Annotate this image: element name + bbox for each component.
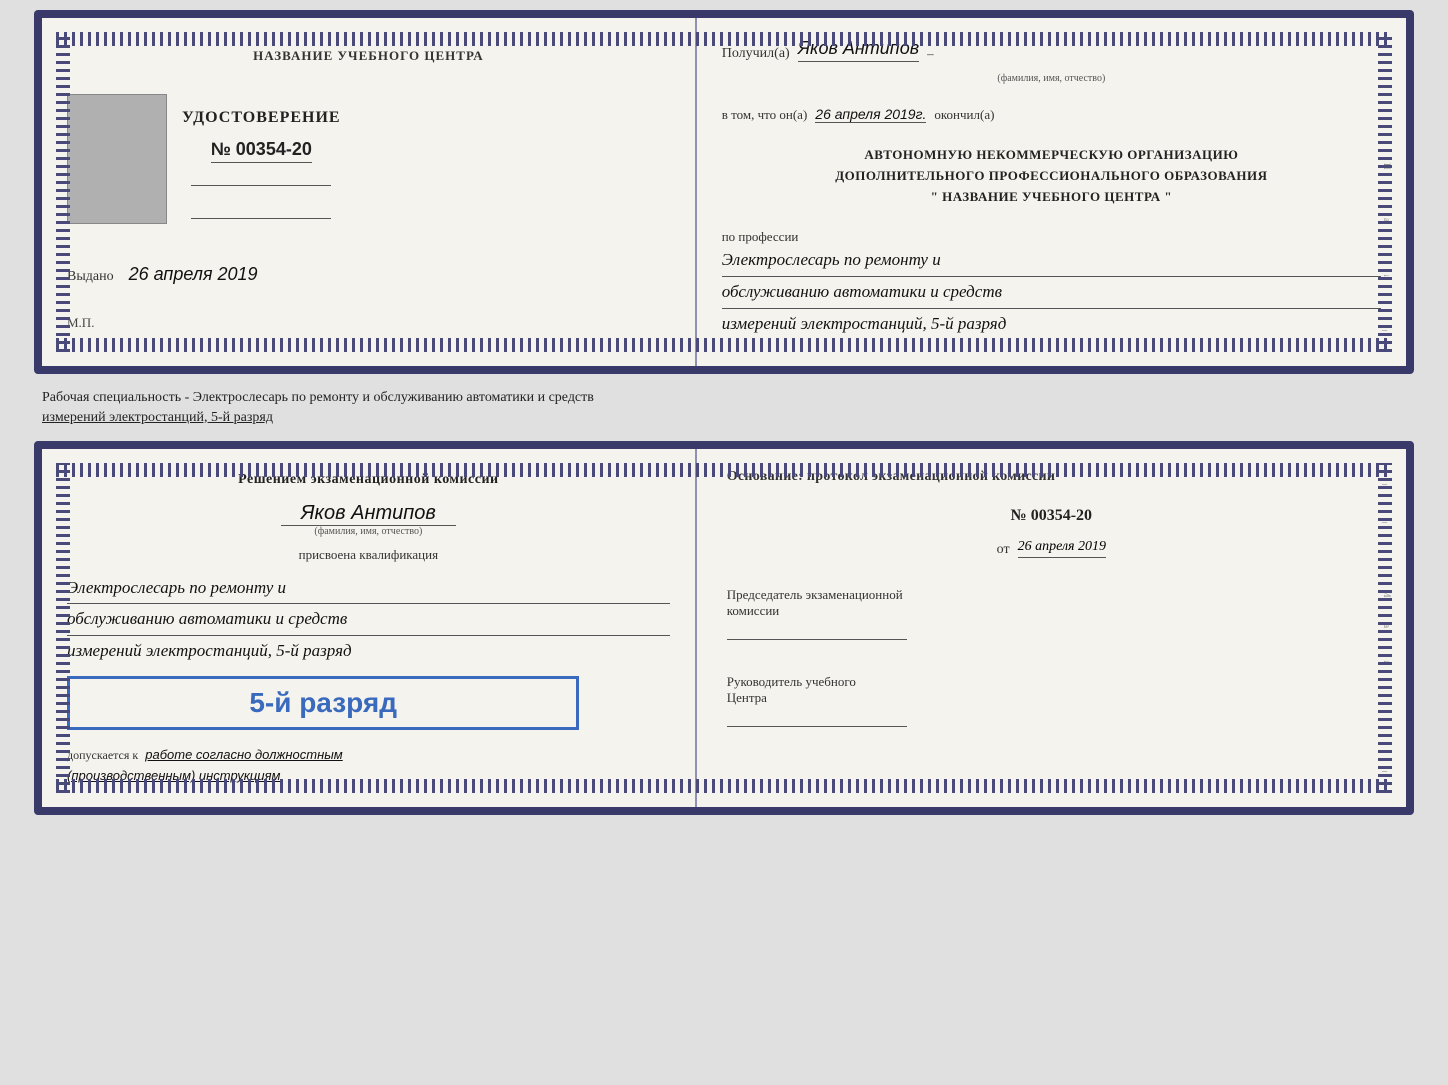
from-row: от 26 апреля 2019 (727, 539, 1376, 558)
specialty-text: Рабочая специальность - Электрослесарь п… (34, 384, 1414, 431)
allowed-label: допускается к (67, 748, 138, 762)
profession-line3: измерений электростанций, 5-й разряд (722, 309, 1381, 340)
director-label2: Центра (727, 690, 1376, 706)
chairman-block: Председатель экзаменационной комиссии (727, 587, 1376, 640)
profession-line1: Электрослесарь по ремонту и (722, 245, 1381, 277)
person-name: Яков Антипов (281, 502, 456, 526)
mp-label: М.П. (67, 315, 94, 336)
specialty-text-line2: измерений электростанций, 5-й разряд (42, 410, 273, 425)
specialty-text-line1: Рабочая специальность - Электрослесарь п… (42, 390, 594, 405)
allowed-text: работе согласно должностным (145, 747, 342, 762)
director-block: Руководитель учебного Центра (727, 674, 1376, 727)
profession-line2: обслуживанию автоматики и средств (722, 277, 1381, 309)
recipient-name: Яков Антипов (798, 38, 919, 62)
cert-number: № 00354-20 (211, 139, 312, 163)
top-doc-right: Получил(а) Яков Антипов – (фамилия, имя,… (697, 18, 1406, 366)
chairman-label2: комиссии (727, 603, 1376, 619)
bottom-doc-right: Основание: протокол экзаменационной коми… (697, 449, 1406, 807)
institution-label-top: НАЗВАНИЕ УЧЕБНОГО ЦЕНТРА (253, 48, 484, 64)
qualification-label: присвоена квалификация (67, 547, 670, 563)
org-line2: ДОПОЛНИТЕЛЬНОГО ПРОФЕССИОНАЛЬНОГО ОБРАЗО… (722, 166, 1381, 187)
cert-date: 26 апреля 2019г. (815, 106, 926, 123)
chairman-label: Председатель экзаменационной (727, 587, 1376, 603)
basis-label: Основание: протокол экзаменационной коми… (727, 469, 1376, 485)
top-doc-left: НАЗВАНИЕ УЧЕБНОГО ЦЕНТРА УДОСТОВЕРЕНИЕ №… (42, 18, 697, 366)
rank-badge-text: 5-й разряд (249, 687, 397, 718)
qual-line2: обслуживанию автоматики и средств (67, 604, 670, 636)
bottom-doc-left: Решением экзаменационной комиссии Яков А… (42, 449, 697, 807)
date-row: в том, что он(а) 26 апреля 2019г. окончи… (722, 106, 1381, 123)
profession-block: по профессии Электрослесарь по ремонту и… (722, 229, 1381, 339)
qualification-block: Электрослесарь по ремонту и обслуживанию… (67, 573, 670, 667)
allowed-block: допускается к работе согласно должностны… (67, 745, 670, 787)
qual-line3: измерений электростанций, 5-й разряд (67, 636, 670, 667)
person-name-block: Яков Антипов (фамилия, имя, отчество) (67, 502, 670, 537)
profession-label: по профессии (722, 229, 1381, 245)
received-label: Получил(а) (722, 46, 790, 62)
org-quote: " НАЗВАНИЕ УЧЕБНОГО ЦЕНТРА " (722, 187, 1381, 208)
cert-title: УДОСТОВЕРЕНИЕ (182, 109, 341, 127)
photo-placeholder (67, 94, 167, 224)
org-line1: АВТОНОМНУЮ НЕКОММЕРЧЕСКУЮ ОРГАНИЗАЦИЮ (722, 145, 1381, 166)
org-block: АВТОНОМНУЮ НЕКОММЕРЧЕСКУЮ ОРГАНИЗАЦИЮ ДО… (722, 145, 1381, 207)
right-margin-decoration: – – И а ← – (1382, 48, 1392, 336)
bottom-document: Решением экзаменационной комиссии Яков А… (34, 441, 1414, 815)
director-label: Руководитель учебного (727, 674, 1376, 690)
from-date: 26 апреля 2019 (1018, 539, 1106, 558)
top-document: НАЗВАНИЕ УЧЕБНОГО ЦЕНТРА УДОСТОВЕРЕНИЕ №… (34, 10, 1414, 374)
rank-badge-container: 5-й разряд (67, 676, 579, 730)
finished-label: окончил(а) (934, 107, 994, 123)
fio-label-bottom: (фамилия, имя, отчество) (67, 526, 670, 537)
allowed-text2: (производственным) инструкциям (67, 768, 280, 783)
commission-title-text: Решением экзаменационной комиссии (238, 472, 498, 487)
cert-text: в том, что он(а) (722, 107, 808, 123)
recipient-row: Получил(а) Яков Антипов – (722, 38, 1381, 62)
fio-label-top: (фамилия, имя, отчество) (997, 73, 1105, 84)
bottom-right-margin-decoration: – – – И а ← – – – (1382, 479, 1392, 777)
issued-date: 26 апреля 2019 (129, 264, 258, 285)
from-label: от (997, 542, 1010, 558)
qual-line1: Электрослесарь по ремонту и (67, 573, 670, 605)
basis-number: № 00354-20 (727, 507, 1376, 525)
commission-title: Решением экзаменационной комиссии (67, 469, 670, 491)
issued-label: Выдано (67, 269, 114, 285)
